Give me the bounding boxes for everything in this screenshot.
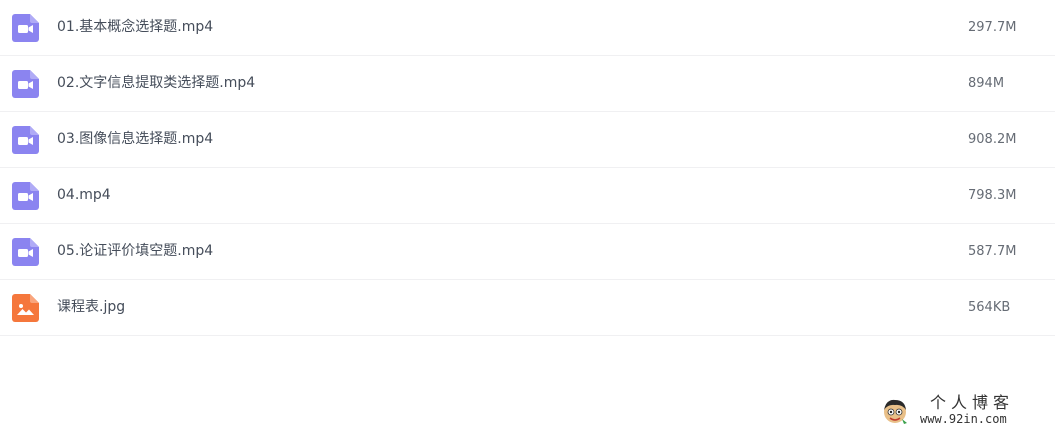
file-size: 297.7M [968, 20, 1017, 35]
file-list: 01.基本概念选择题.mp4 297.7M 02.文字信息提取类选择题.mp4 … [0, 0, 1055, 336]
video-file-icon [12, 70, 39, 98]
cartoon-avatar-icon [880, 396, 910, 426]
file-row[interactable]: 01.基本概念选择题.mp4 297.7M [0, 0, 1055, 56]
file-size: 587.7M [968, 244, 1017, 259]
video-file-icon [12, 238, 39, 266]
file-name: 03.图像信息选择题.mp4 [57, 131, 214, 147]
file-row[interactable]: 03.图像信息选择题.mp4 908.2M [0, 112, 1055, 168]
file-row[interactable]: 课程表.jpg 564KB [0, 280, 1055, 336]
file-row[interactable]: 04.mp4 798.3M [0, 168, 1055, 224]
blog-watermark: 个人博客 www.92in.com [880, 393, 1050, 429]
file-name: 02.文字信息提取类选择题.mp4 [57, 75, 256, 91]
watermark-title: 个人博客 [930, 393, 1015, 412]
file-size: 908.2M [968, 132, 1017, 147]
video-file-icon [12, 182, 39, 210]
file-name: 01.基本概念选择题.mp4 [57, 19, 214, 35]
file-row[interactable]: 05.论证评价填空题.mp4 587.7M [0, 224, 1055, 280]
video-file-icon [12, 126, 39, 154]
file-size: 798.3M [968, 188, 1017, 203]
file-name: 05.论证评价填空题.mp4 [57, 243, 214, 259]
watermark-url: www.92in.com [920, 412, 1007, 426]
file-size: 894M [968, 76, 1005, 91]
file-size: 564KB [968, 300, 1011, 315]
file-row[interactable]: 02.文字信息提取类选择题.mp4 894M [0, 56, 1055, 112]
video-file-icon [12, 14, 39, 42]
file-name: 04.mp4 [57, 187, 111, 203]
file-name: 课程表.jpg [57, 299, 126, 315]
image-file-icon [12, 294, 39, 322]
